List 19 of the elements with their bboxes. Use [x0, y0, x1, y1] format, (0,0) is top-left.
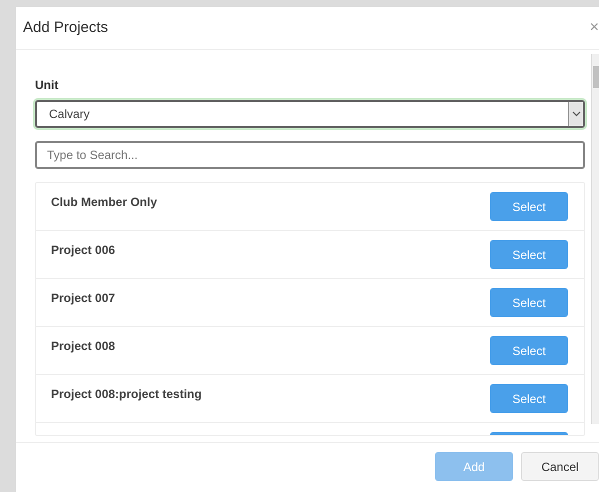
project-name: Club Member Only: [51, 194, 158, 211]
close-button[interactable]: ×: [590, 20, 599, 36]
project-name: Project 008:project testing: [51, 386, 202, 403]
cancel-button[interactable]: Cancel: [521, 452, 599, 481]
select-button[interactable]: Select: [490, 288, 568, 317]
select-button[interactable]: Select: [490, 384, 568, 413]
dropdown-value: Calvary: [48, 106, 91, 123]
project-name: Project 006: [51, 242, 116, 259]
select-button[interactable]: Select: [490, 192, 568, 221]
unit-dropdown[interactable]: Calvary: [35, 100, 585, 128]
chevron-down-icon: [568, 102, 583, 126]
search-field[interactable]: Type to Search...: [35, 141, 585, 169]
select-button[interactable]: Select: [490, 336, 568, 365]
select-button[interactable]: [490, 432, 568, 435]
project-name: Project 008: [51, 338, 116, 355]
field-label: Unit: [35, 77, 60, 94]
project-name: Project 007: [51, 290, 116, 307]
select-button[interactable]: Select: [490, 240, 568, 269]
modal-title: Add Projects: [23, 18, 108, 38]
